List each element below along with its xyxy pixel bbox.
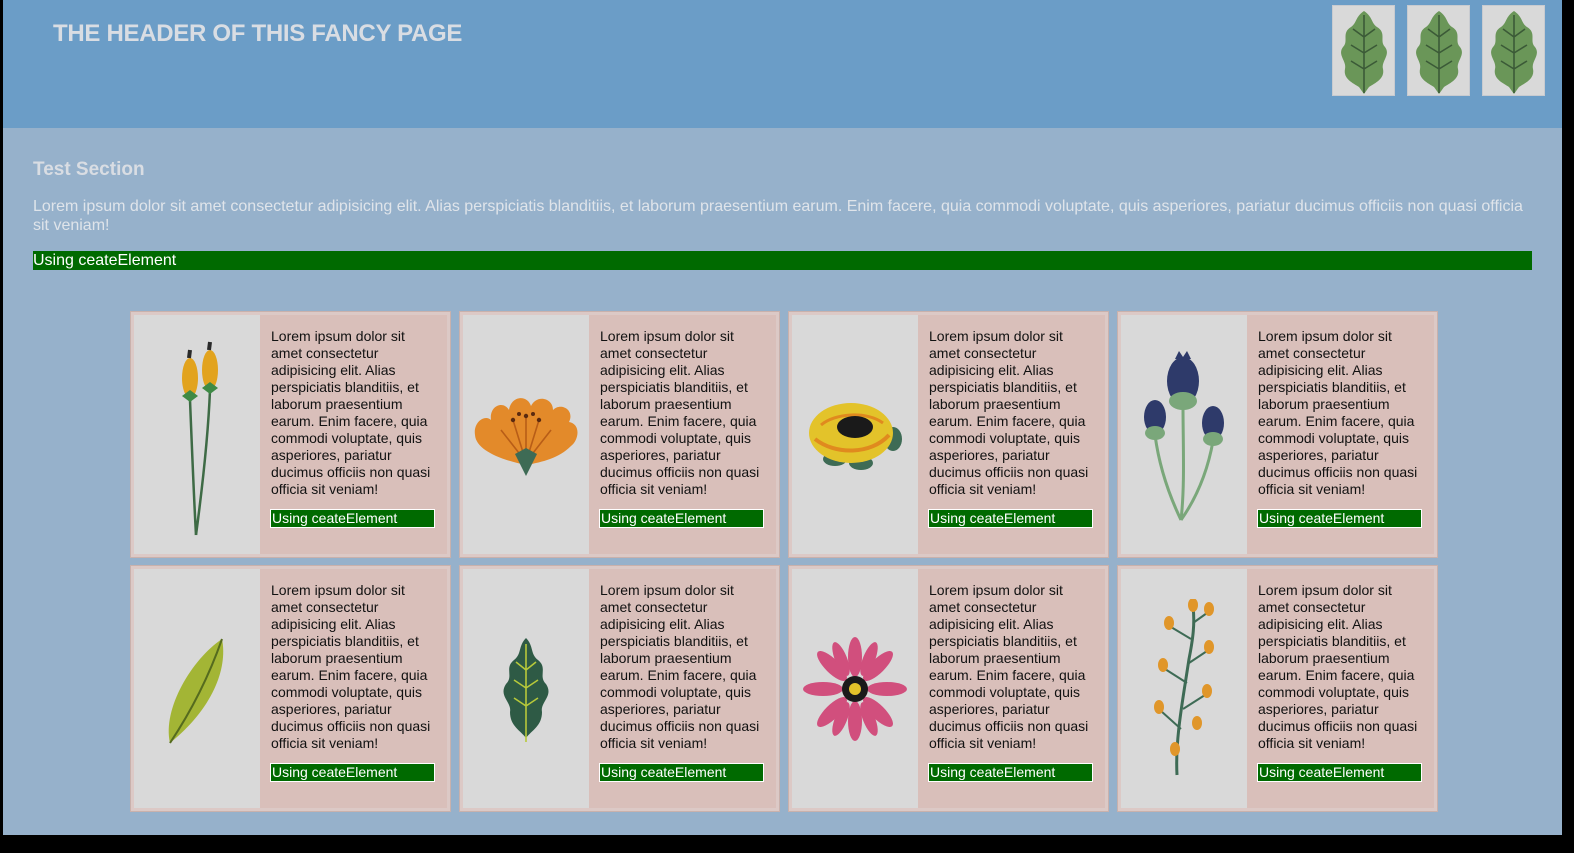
card-text: Lorem ipsum dolor sit amet consectetur a… [1258, 328, 1418, 497]
card-image [792, 569, 918, 808]
leaf-thumbnail-1[interactable] [1332, 5, 1395, 96]
create-element-button[interactable]: Using ceateElement [599, 763, 764, 782]
create-element-bar: Using ceateElement [33, 251, 1532, 270]
card-8: Lorem ipsum dolor sit amet consectetur a… [1117, 565, 1438, 812]
section-title: Test Section [33, 159, 145, 180]
card-image [463, 315, 589, 554]
create-element-button[interactable]: Using ceateElement [270, 763, 435, 782]
card-2: Lorem ipsum dolor sit amet consectetur a… [459, 311, 780, 558]
card-text: Lorem ipsum dolor sit amet consectetur a… [600, 582, 760, 751]
orange-flower-icon [474, 397, 578, 476]
card-image [134, 315, 260, 554]
card-text: Lorem ipsum dolor sit amet consectetur a… [929, 328, 1089, 497]
section-text: Lorem ipsum dolor sit amet consectetur a… [33, 198, 1523, 234]
create-element-button[interactable]: Using ceateElement [928, 763, 1093, 782]
leaf-icon [1415, 10, 1462, 94]
leaf-icon [1340, 10, 1387, 94]
card-text: Lorem ipsum dolor sit amet consectetur a… [1258, 582, 1418, 751]
yellow-rose-icon [809, 402, 902, 470]
leaf-thumbnail-3[interactable] [1482, 5, 1545, 96]
berry-branch-icon [1154, 598, 1214, 775]
dark-leaf-icon [503, 637, 549, 742]
pink-daisy-icon [803, 636, 907, 741]
create-element-button[interactable]: Using ceateElement [1257, 763, 1422, 782]
create-element-button[interactable]: Using ceateElement [270, 509, 435, 528]
card-image [1121, 569, 1247, 808]
green-leaf-icon [168, 638, 224, 744]
leaf-thumbnail-2[interactable] [1407, 5, 1470, 96]
card-5: Lorem ipsum dolor sit amet consectetur a… [130, 565, 451, 812]
create-element-button[interactable]: Using ceateElement [928, 509, 1093, 528]
card-text: Lorem ipsum dolor sit amet consectetur a… [271, 328, 431, 497]
cattail-plant-icon [182, 341, 218, 535]
card-image [134, 569, 260, 808]
header: THE HEADER OF THIS FANCY PAGE [3, 0, 1562, 128]
card-6: Lorem ipsum dolor sit amet consectetur a… [459, 565, 780, 812]
card-image [792, 315, 918, 554]
create-element-button[interactable]: Using ceateElement [1257, 509, 1422, 528]
card-1: Lorem ipsum dolor sit amet consectetur a… [130, 311, 451, 558]
leaf-icon [1490, 10, 1537, 94]
card-text: Lorem ipsum dolor sit amet consectetur a… [929, 582, 1089, 751]
card-text: Lorem ipsum dolor sit amet consectetur a… [600, 328, 760, 497]
card-text: Lorem ipsum dolor sit amet consectetur a… [271, 582, 431, 751]
card-3: Lorem ipsum dolor sit amet consectetur a… [788, 311, 1109, 558]
card-image [463, 569, 589, 808]
thistle-flower-icon [1144, 350, 1224, 521]
card-4: Lorem ipsum dolor sit amet consectetur a… [1117, 311, 1438, 558]
create-element-button[interactable]: Using ceateElement [599, 509, 764, 528]
page-title: THE HEADER OF THIS FANCY PAGE [53, 20, 463, 47]
page: THE HEADER OF THIS FANCY PAGE Test Secti… [3, 0, 1562, 835]
card-7: Lorem ipsum dolor sit amet consectetur a… [788, 565, 1109, 812]
card-image [1121, 315, 1247, 554]
